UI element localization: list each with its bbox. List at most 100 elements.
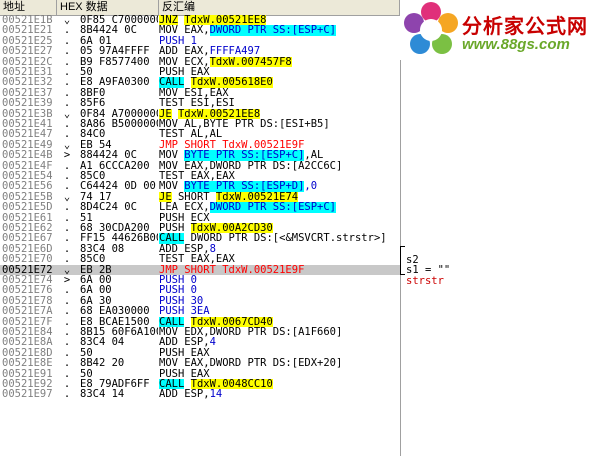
table-row[interactable]: 00521E70. 85C0 TEST EAX,EAX: [0, 254, 400, 265]
row-hex: 8BF0: [80, 87, 106, 99]
row-hex: 83C4 04: [80, 337, 125, 348]
row-disassembly: MOV EDX,DWORD PTR DS:[A1F660]: [159, 327, 399, 337]
asm-token: MOV EAX,DWORD PTR DS:[A2CC6C]: [159, 160, 343, 171]
row-hex: 6A 00: [80, 275, 112, 286]
asm-token: 1: [184, 35, 197, 47]
table-row[interactable]: 00521E67. FF15 44626B00 CALL DWORD PTR DS:…: [0, 233, 400, 244]
asm-token: PUSH 0: [159, 275, 197, 286]
table-row[interactable]: 00521E37. 8BF0 MOV ESI,EAX: [0, 87, 400, 99]
asm-token: MOV EAX,: [159, 25, 210, 36]
row-hex: 0F85 C7000000: [80, 15, 158, 26]
table-row[interactable]: 00521E31. 50 PUSH EAX: [0, 67, 400, 78]
row-hex: 8B42 20: [80, 358, 125, 369]
asm-token: MOV: [159, 150, 185, 161]
table-row[interactable]: 00521E5B ⌄ 74 17 JE SHORT TdxW.00521E74: [0, 191, 400, 203]
asm-token: MOV ECX,: [159, 56, 210, 67]
row-disassembly: CALL TdxW.0048CC10: [159, 379, 399, 390]
row-disassembly: MOV BYTE PTR SS:[ESP+C],AL: [159, 150, 399, 161]
table-row[interactable]: 00521E3B ⌄ 0F84 A7000000 JE TdxW.00521EE8: [0, 108, 400, 119]
asm-token: JNZ: [159, 15, 178, 26]
asm-token: PUSH: [159, 223, 191, 234]
table-row[interactable]: 00521E25. 6A 01 PUSH 1: [0, 35, 400, 47]
table-row[interactable]: 00521E32. E8 A9FA0300 CALL TdxW.005618E0: [0, 77, 400, 88]
asm-token: TdxW.007457F8: [209, 56, 292, 67]
table-row[interactable]: 00521E41. 8A86 B5000000 MOV AL,BYTE PTR DS…: [0, 119, 400, 130]
asm-token: JMP SHORT TdxW.00521E9F: [159, 139, 305, 151]
table-row[interactable]: 00521E97. 83C4 14 ADD ESP,14: [0, 389, 400, 400]
row-disassembly: MOV ESI,EAX: [159, 88, 399, 98]
table-row[interactable]: 00521E4B >884424 0C MOV BYTE PTR SS:[ESP+C…: [0, 150, 400, 161]
row-disassembly: MOV EAX,DWORD PTR DS:[A2CC6C]: [159, 161, 399, 171]
asm-token: DWORD PTR SS:[ESP+C]: [209, 25, 337, 36]
row-hex: 05 97A4FFFF: [80, 46, 150, 57]
asm-token: MOV AL,BYTE PTR DS:[ESI+B5]: [159, 119, 330, 130]
table-row[interactable]: 00521E8E. 8B42 20 MOV EAX,DWORD PTR DS:[ED…: [0, 358, 400, 369]
table-row[interactable]: 00521E5D. 8D4C24 0C LEA ECX,DWORD PTR SS:[…: [0, 202, 400, 213]
table-row[interactable]: 00521E72 ⌄ EB 2B JMP SHORT TdxW.00521E9F: [0, 264, 400, 275]
table-row[interactable]: 00521E78. 6A 30 PUSH 30: [0, 295, 400, 307]
row-hex: 50: [80, 67, 93, 78]
table-row[interactable]: 00521E56. C64424 0D 00 MOV BYTE PTR SS:[ES…: [0, 181, 400, 192]
table-row[interactable]: 00521E39. 85F6 TEST ESI,ESI: [0, 98, 400, 109]
row-hex: 85C0: [80, 254, 106, 265]
row-hex: 85C0: [80, 171, 106, 182]
row-disassembly: MOV EAX,DWORD PTR SS:[ESP+C]: [159, 25, 399, 36]
asm-token: PUSH EAX: [159, 368, 210, 379]
asm-token: 8: [209, 243, 216, 255]
table-row[interactable]: 00521E76. 6A 00 PUSH 0: [0, 285, 400, 296]
header-address[interactable]: 地址: [0, 0, 57, 15]
table-row[interactable]: 00521E8D. 50 PUSH EAX: [0, 347, 400, 358]
row-hex: 74 17: [80, 191, 112, 203]
table-row[interactable]: 00521E7F. E8 BCAE1500 CALL TdxW.0067CD40: [0, 316, 400, 327]
row-hex: E8 BCAE1500: [80, 316, 150, 327]
row-hex: A1 6CCCA200: [80, 160, 150, 171]
asm-token: CALL: [159, 233, 185, 244]
header-disassembly[interactable]: 反汇编: [159, 0, 400, 15]
table-row[interactable]: 00521E92. E8 79ADF6FF CALL TdxW.0048CC10: [0, 379, 400, 389]
asm-token: CALL: [159, 77, 185, 88]
table-row[interactable]: 00521E61. 51 PUSH ECX: [0, 212, 400, 223]
row-hex: 8D4C24 0C: [80, 202, 137, 213]
asm-token: 4: [209, 337, 216, 348]
table-row[interactable]: 00521E4F. A1 6CCCA200 MOV EAX,DWORD PTR DS…: [0, 160, 400, 171]
table-row[interactable]: 00521E49 ⌄ EB 54 JMP SHORT TdxW.00521E9F: [0, 139, 400, 151]
asm-token: [184, 317, 190, 327]
header-hex-data[interactable]: HEX 数据: [57, 0, 159, 15]
table-row[interactable]: 00521E2C. B9 F8577400 MOV ECX,TdxW.007457F…: [0, 56, 400, 67]
row-disassembly: MOV EAX,DWORD PTR DS:[EDX+20]: [159, 358, 399, 368]
row-disassembly: JE SHORT TdxW.00521E74: [159, 191, 399, 203]
row-hex: EB 2B: [80, 264, 112, 275]
table-row[interactable]: 00521E84. 8B15 60F6A100 MOV EDX,DWORD PTR …: [0, 327, 400, 338]
asm-token: MOV ESI,EAX: [159, 87, 229, 99]
table-row[interactable]: 00521E7A. 68 EA030000 PUSH 3EA: [0, 306, 400, 317]
table-row[interactable]: 00521E47. 84C0 TEST AL,AL: [0, 129, 400, 140]
table-row[interactable]: 00521E74 >6A 00 PUSH 0: [0, 275, 400, 286]
row-disassembly: JE TdxW.00521EE8: [159, 108, 399, 119]
asm-token: 14: [209, 389, 223, 400]
table-row[interactable]: 00521E54. 85C0 TEST EAX,EAX: [0, 171, 400, 182]
asm-token: MOV: [159, 181, 185, 192]
asm-token: JE: [159, 191, 172, 203]
asm-token: PUSH 30: [159, 295, 204, 307]
row-disassembly: LEA ECX,DWORD PTR SS:[ESP+C]: [159, 202, 399, 213]
table-row[interactable]: 00521E91. 50 PUSH EAX: [0, 368, 400, 379]
table-row[interactable]: 00521E27. 05 97A4FFFF ADD EAX,FFFFA497: [0, 46, 400, 57]
row-disassembly: PUSH 3EA: [159, 306, 399, 316]
table-row[interactable]: 00521E6D. 83C4 08 ADD ESP,8: [0, 243, 400, 255]
asm-token: TEST ESI,ESI: [159, 98, 235, 109]
table-row[interactable]: 00521E62. 68 30CDA200 PUSH TdxW.00A2CD30: [0, 223, 400, 233]
asm-token: BYTE PTR SS:[ESP+D]: [184, 181, 305, 192]
asm-token: MOV EDX,DWORD PTR DS:[A1F660]: [159, 327, 343, 338]
row-disassembly: TEST EAX,EAX: [159, 254, 399, 264]
row-disassembly: CALL TdxW.005618E0: [159, 77, 399, 88]
asm-token: [184, 379, 190, 389]
row-disassembly: ADD EAX,FFFFA497: [159, 46, 399, 56]
table-row[interactable]: 00521E21. 8B4424 0C MOV EAX,DWORD PTR SS:[…: [0, 25, 400, 36]
row-hex: 83C4 08: [80, 243, 125, 255]
table-row[interactable]: 00521E1B ⌄ 0F85 C7000000 JNZ TdxW.00521EE8: [0, 15, 400, 25]
row-disassembly: TEST AL,AL: [159, 129, 399, 139]
asm-token: ,AL: [304, 150, 324, 161]
table-row[interactable]: 00521E8A. 83C4 04 ADD ESP,4: [0, 337, 400, 348]
row-disassembly: JNZ TdxW.00521EE8: [159, 15, 399, 26]
row-hex: 6A 30: [80, 295, 112, 307]
